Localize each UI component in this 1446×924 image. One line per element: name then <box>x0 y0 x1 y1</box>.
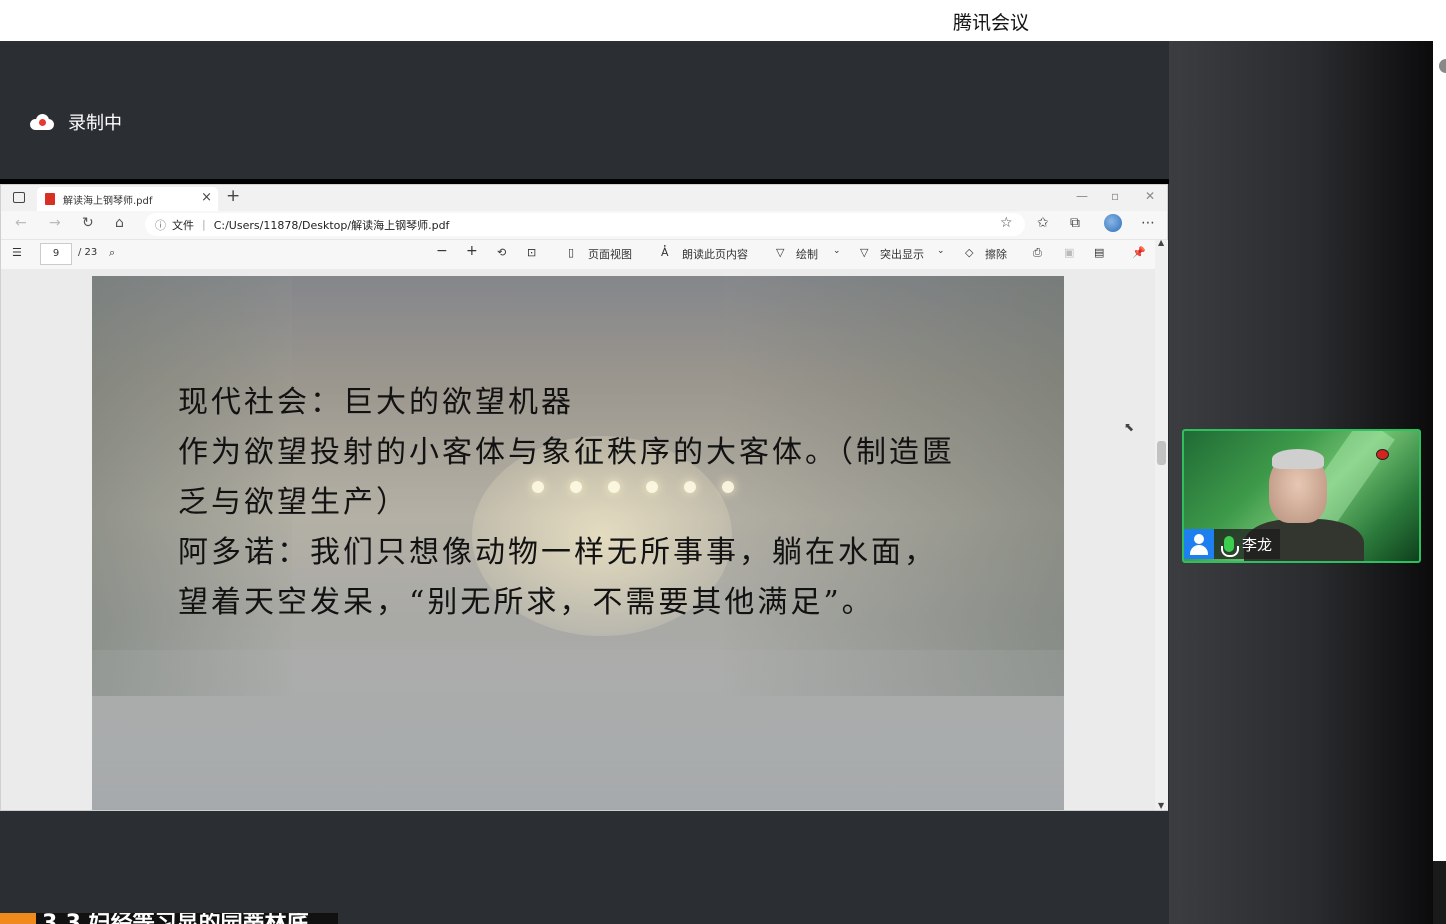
read-aloud-icon: A̓ <box>661 246 669 259</box>
pin-toolbar-icon[interactable]: 📌 <box>1132 246 1146 259</box>
draw-dropdown-icon[interactable]: ⌄ <box>833 246 841 256</box>
microphone-icon <box>1221 536 1239 557</box>
recording-label: 录制中 <box>68 113 122 134</box>
pdf-toolbar: ☰ 9 / 23 ⌕ − + ⟲ ⊡ ▯ 页面视图 A̓ 朗读此页内容 ▽ 绘制… <box>1 239 1167 268</box>
tab-actions-icon[interactable] <box>13 192 25 203</box>
total-pages: / 23 <box>78 247 98 258</box>
pdf-file-icon <box>45 193 55 205</box>
recording-indicator[interactable]: 录制中 <box>30 109 122 135</box>
forward-icon[interactable]: → <box>49 215 61 231</box>
tab-title: 解读海上钢琴师.pdf <box>63 195 153 207</box>
draw-icon: ▽ <box>776 246 785 259</box>
favorites-icon[interactable]: ✩ <box>1037 215 1049 231</box>
url-field[interactable]: ⓘ 文件 | C:/Users/11878/Desktop/解读海上钢琴师.pd… <box>145 213 1025 236</box>
app-title: 腾讯会议 <box>953 12 1030 34</box>
highlight-icon: ▽ <box>860 246 869 259</box>
tab-bar: 解读海上钢琴师.pdf × + — ▫ ✕ <box>1 185 1167 211</box>
print-icon[interactable]: ⎙ <box>1033 246 1042 260</box>
tab-pdf[interactable]: 解读海上钢琴师.pdf × <box>37 187 218 211</box>
read-aloud-button[interactable]: 朗读此页内容 <box>682 246 748 262</box>
draw-button[interactable]: 绘制 <box>796 246 818 262</box>
save-as-icon[interactable]: ▤ <box>1094 246 1104 259</box>
highlight-button[interactable]: 突出显示 <box>880 246 924 262</box>
refresh-icon[interactable]: ↻ <box>82 215 94 231</box>
highlight-dropdown-icon[interactable]: ⌄ <box>937 246 945 256</box>
close-window-icon[interactable]: ✕ <box>1145 189 1155 203</box>
erase-button[interactable]: 擦除 <box>985 246 1007 262</box>
panel-collapse-icon[interactable] <box>1439 59 1446 73</box>
mouse-cursor-icon: ⬉ <box>1124 420 1135 434</box>
collections-icon[interactable]: ⧉ <box>1070 215 1080 231</box>
bottom-caption: 3.3 妇经等习显的园蒂林底 <box>42 913 309 924</box>
cloud-record-icon <box>30 114 54 130</box>
rotate-icon[interactable]: ⟲ <box>497 246 506 259</box>
tab-close-icon[interactable]: × <box>201 190 212 205</box>
info-icon: ⓘ <box>155 218 166 232</box>
contents-icon[interactable]: ☰ <box>12 246 22 259</box>
scroll-up-icon[interactable]: ▲ <box>1158 238 1164 247</box>
user-icon <box>1184 529 1214 559</box>
zoom-in-button[interactable]: + <box>466 243 478 259</box>
minimize-icon[interactable]: — <box>1076 189 1088 203</box>
page-view-icon: ▯ <box>568 246 575 259</box>
slide-line-1: 现代社会：巨大的欲望机器 <box>178 385 574 420</box>
save-icon[interactable]: ▣ <box>1064 246 1074 259</box>
zoom-out-button[interactable]: − <box>436 243 448 259</box>
slide-text: 现代社会：巨大的欲望机器 作为欲望投射的小客体与象征秩序的大客体。（制造匮乏与欲… <box>178 378 968 628</box>
scroll-down-icon[interactable]: ▼ <box>1158 801 1164 810</box>
url-separator: | <box>202 218 206 231</box>
page-view-button[interactable]: 页面视图 <box>588 246 632 262</box>
shared-screen-stage: 录制中 解读海上钢琴师.pdf × + — ▫ ✕ ← → ↻ ⌂ ⓘ 文件 | <box>0 41 1169 924</box>
search-icon[interactable]: ⌕ <box>109 246 115 260</box>
profile-avatar[interactable] <box>1104 214 1122 232</box>
slide-line-2: 作为欲望投射的小客体与象征秩序的大客体。（制造匮乏与欲望生产） <box>178 435 955 520</box>
participant-name: 李龙 <box>1242 535 1273 554</box>
bottom-caption-bar: 3.3 妇经等习显的园蒂林底 <box>0 913 338 924</box>
browser-window: 解读海上钢琴师.pdf × + — ▫ ✕ ← → ↻ ⌂ ⓘ 文件 | C:/… <box>0 184 1168 811</box>
address-bar-row: ← → ↻ ⌂ ⓘ 文件 | C:/Users/11878/Desktop/解读… <box>1 211 1167 239</box>
fit-page-icon[interactable]: ⊡ <box>527 246 536 259</box>
back-icon[interactable]: ← <box>15 215 27 231</box>
pdf-viewport[interactable]: 现代社会：巨大的欲望机器 作为欲望投射的小客体与象征秩序的大客体。（制造匮乏与欲… <box>1 269 1155 810</box>
url-text: C:/Users/11878/Desktop/解读海上钢琴师.pdf <box>213 218 450 232</box>
participant-video-tile[interactable]: 李龙 <box>1182 429 1421 563</box>
right-edge <box>1433 41 1446 861</box>
scroll-thumb[interactable] <box>1157 441 1166 465</box>
add-favorite-icon[interactable]: ☆ <box>1000 215 1013 231</box>
app-titlebar: 腾讯会议 <box>0 0 1446 41</box>
maximize-icon[interactable]: ▫ <box>1111 189 1119 203</box>
home-icon[interactable]: ⌂ <box>115 215 124 231</box>
url-prefix: 文件 <box>172 218 194 232</box>
participant-namebar: 李龙 <box>1184 529 1281 559</box>
slide-page: 现代社会：巨大的欲望机器 作为欲望投射的小客体与象征秩序的大客体。（制造匮乏与欲… <box>92 276 1064 810</box>
eraser-icon: ◇ <box>965 246 974 259</box>
new-tab-icon[interactable]: + <box>226 186 240 206</box>
slide-line-3: 阿多诺：我们只想像动物一样无所事事，躺在水面，望着天空发呆，“别无所求，不需要其… <box>178 535 937 620</box>
page-number-input[interactable]: 9 <box>40 243 72 265</box>
more-icon[interactable]: ⋯ <box>1141 215 1155 231</box>
vertical-scrollbar[interactable]: ▲ ▼ <box>1155 238 1168 810</box>
ladybug <box>1376 449 1389 460</box>
caption-badge <box>0 913 36 924</box>
